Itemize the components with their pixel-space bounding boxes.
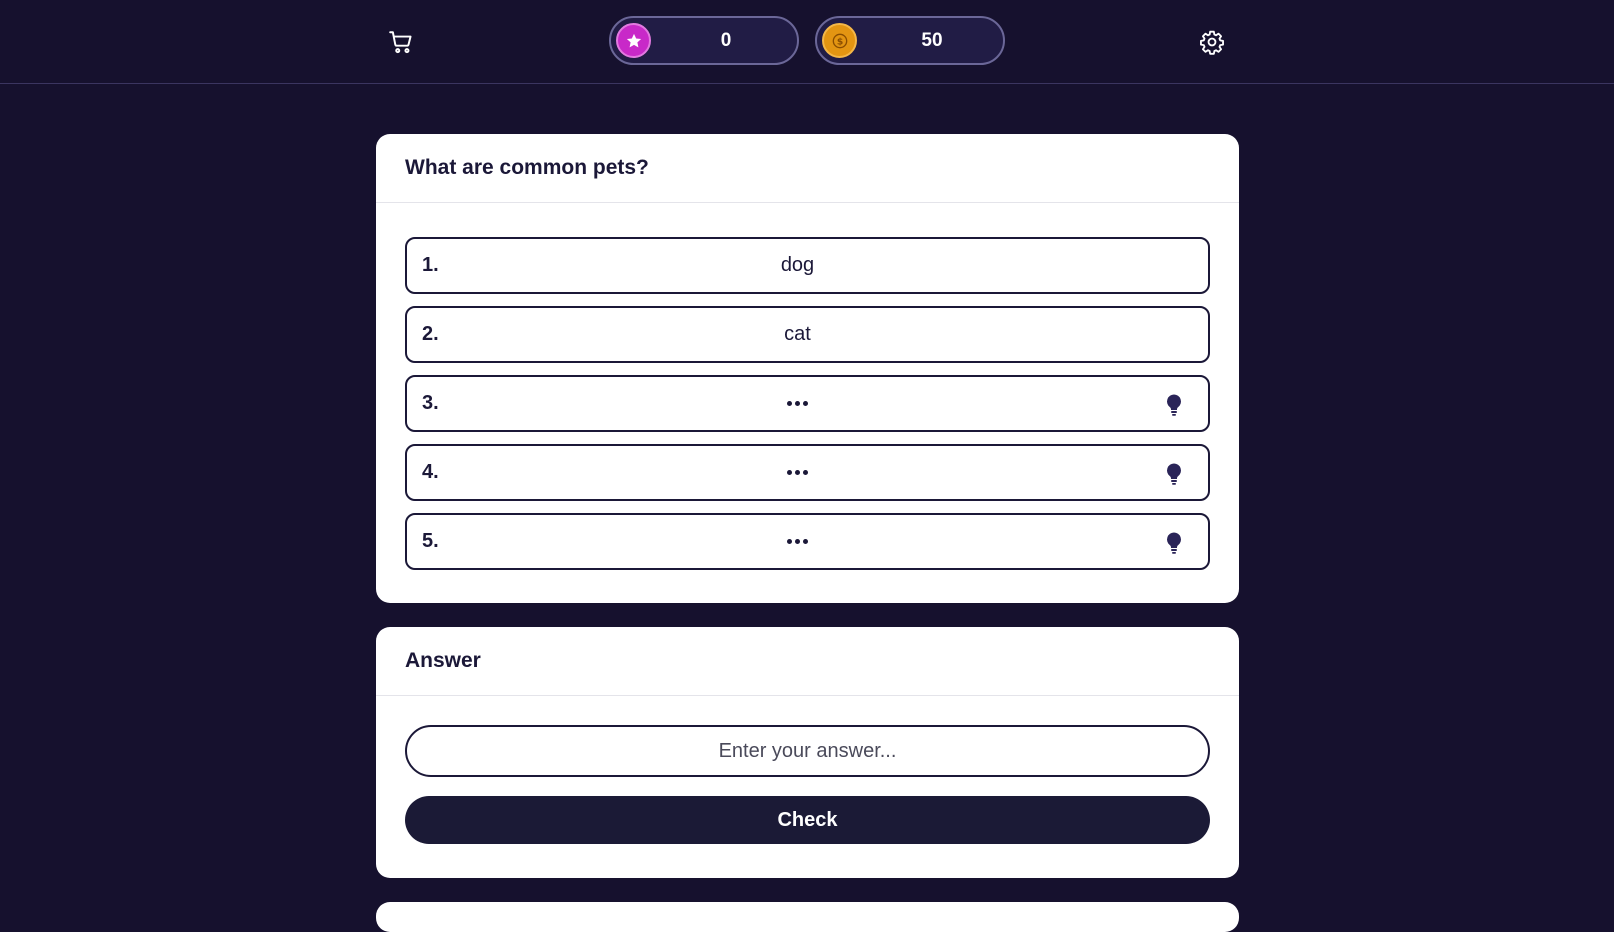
check-button[interactable]: Check — [405, 796, 1210, 844]
top-bar: 0 $ 50 — [0, 0, 1614, 84]
answer-slots: 1. dog 2. cat 3. 4. 5. — [405, 237, 1210, 582]
coin-badge: $ — [822, 23, 857, 58]
cart-icon — [389, 31, 412, 54]
lightbulb-icon[interactable] — [1164, 462, 1184, 486]
answer-slot-3: 3. — [405, 375, 1210, 432]
slot-word: cat — [784, 323, 811, 345]
hidden-word-dots — [387, 377, 1208, 430]
lightbulb-icon[interactable] — [1164, 531, 1184, 555]
hidden-word-dots — [387, 446, 1208, 499]
settings-button[interactable] — [1197, 27, 1227, 57]
star-icon — [626, 33, 641, 47]
coins-counter: $ 50 — [815, 16, 1005, 65]
answer-card: Answer Check — [376, 627, 1239, 878]
answer-slot-2: 2. cat — [405, 306, 1210, 363]
shop-button[interactable] — [386, 27, 416, 57]
question-card: What are common pets? 1. dog 2. cat 3. 4… — [376, 134, 1239, 603]
answer-input[interactable] — [405, 725, 1210, 777]
star-badge — [616, 23, 651, 58]
coin-icon: $ — [832, 33, 847, 48]
stars-value: 0 — [720, 29, 732, 51]
answer-slot-1: 1. dog — [405, 237, 1210, 294]
question-title: What are common pets? — [376, 134, 1239, 203]
answer-slot-4: 4. — [405, 444, 1210, 501]
svg-text:$: $ — [836, 36, 842, 47]
next-card — [376, 902, 1239, 932]
slot-word: dog — [780, 254, 815, 276]
coins-value: 50 — [921, 29, 943, 51]
answer-slot-5: 5. — [405, 513, 1210, 570]
gear-icon — [1200, 30, 1224, 55]
stars-counter: 0 — [609, 16, 799, 65]
answer-title: Answer — [376, 627, 1239, 696]
lightbulb-icon[interactable] — [1164, 393, 1184, 417]
hidden-word-dots — [387, 515, 1208, 568]
